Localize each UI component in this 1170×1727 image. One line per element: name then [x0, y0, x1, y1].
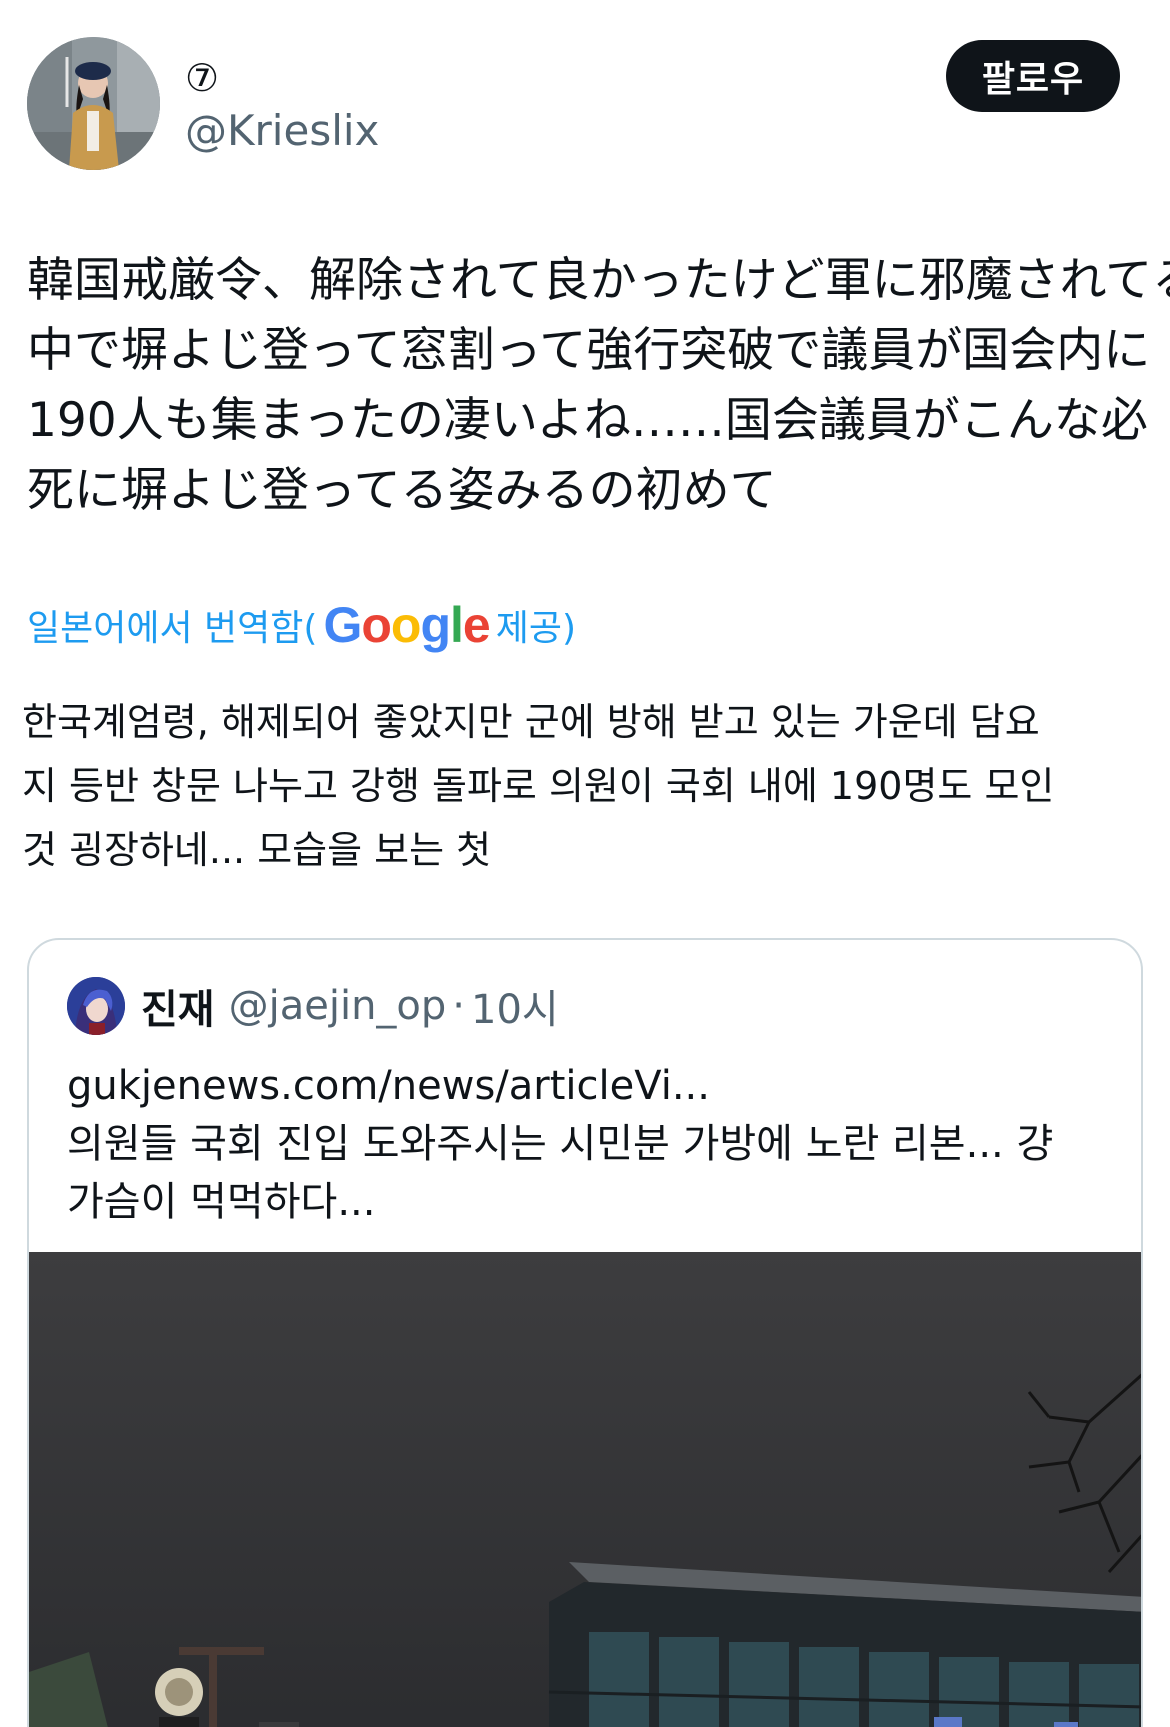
quoted-timestamp: 10시 [471, 987, 559, 1033]
tweet-text-line: 中で塀よじ登って窓割って強行突破で議員が国会内に [27, 323, 1151, 378]
google-letter: o [390, 597, 422, 653]
avatar-photo [27, 37, 160, 170]
quoted-author-avatar[interactable] [67, 977, 125, 1035]
quoted-separator: · [452, 983, 466, 1029]
translated-text-line: 것 굉장하네... 모습을 보는 첫 [22, 828, 492, 872]
translated-text-line: 한국계엄령, 해제되어 좋았지만 군에 방해 받고 있는 가운데 담요 [22, 700, 1040, 744]
google-letter: o [361, 597, 392, 653]
quoted-tweet-text: gukjenews.com/news/articleVi... 의원들 국회 진… [67, 1057, 1117, 1231]
tweet-text-line: 死に塀よじ登ってる姿みるの初めて [27, 463, 777, 518]
tweet-text-line: 190人も集まったの凄いよね……国会議員がこんな必 [27, 393, 1148, 448]
google-letter: g [420, 597, 451, 653]
tweet-text: 韓国戒厳令、解除されて良かったけど軍に邪魔されてる 中で塀よじ登って窓割って強行… [27, 246, 1170, 526]
translated-text: 한국계엄령, 해제되어 좋았지만 군에 방해 받고 있는 가운데 담요 지 등반… [22, 690, 1152, 882]
author-display-name[interactable]: ⑦ [185, 56, 219, 100]
translation-suffix: 제공) [495, 608, 577, 649]
quoted-author-handle: @jaejin_op [228, 983, 447, 1029]
tweet-text-line: 韓国戒厳令、解除されて良かったけど軍に邪魔されてる [27, 253, 1170, 308]
translation-link[interactable]: 일본어에서 번역함( Google 제공) [27, 595, 576, 655]
tweet-page: ⑦ @Krieslix 팔로우 韓国戒厳令、解除されて良かったけど軍に邪魔されて… [0, 0, 1170, 1727]
follow-button[interactable]: 팔로우 [946, 40, 1120, 112]
quoted-author-name: 진재 [141, 987, 215, 1033]
quoted-link-text: gukjenews.com/news/articleVi... [67, 1063, 710, 1109]
quoted-tweet-image[interactable] [29, 1252, 1141, 1727]
author-avatar[interactable] [27, 37, 160, 170]
translated-text-line: 지 등반 창문 나누고 강행 돌파로 의원이 국회 내에 190명도 모인 [22, 764, 1055, 808]
quoted-tweet-card[interactable]: 진재 @jaejin_op · 10시 gukjenews.com/news/a… [27, 938, 1143, 1727]
google-letter: e [462, 597, 491, 653]
google-logo: Google [323, 596, 491, 654]
quoted-tweet-header: 진재 @jaejin_op · 10시 [67, 976, 559, 1036]
quoted-text-line: 의원들 국회 진입 도와주시는 시민분 가방에 노란 리본... 걍 [67, 1121, 1054, 1167]
translation-prefix: 일본어에서 번역함( [27, 608, 318, 649]
quoted-avatar-illustration [67, 977, 125, 1035]
author-handle[interactable]: @Krieslix [185, 106, 379, 156]
quoted-text-line: 가슴이 먹먹하다... [67, 1179, 376, 1225]
night-assembly-photo [29, 1252, 1141, 1727]
google-letter: G [323, 597, 362, 653]
google-letter: l [450, 597, 464, 653]
